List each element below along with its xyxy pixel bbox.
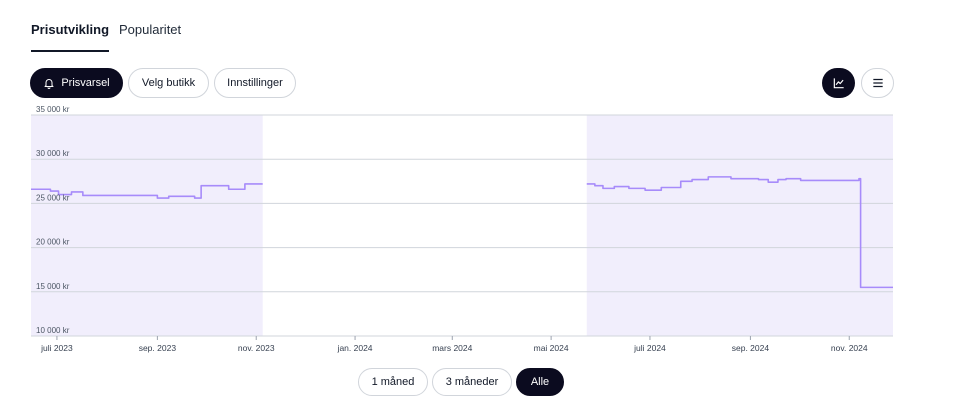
line-chart-icon [833,78,844,89]
range-all-button[interactable]: Alle [516,368,564,396]
tab-price-history[interactable]: Prisutvikling [31,22,110,52]
y-tick-label: 35 000 kr [36,105,70,114]
y-tick-label: 15 000 kr [36,282,70,291]
range-1-month-label: 1 måned [371,376,415,388]
bell-icon [44,79,54,89]
x-tick-label: sep. 2024 [732,343,770,353]
data-range-area [31,115,263,336]
range-1-month-button[interactable]: 1 måned [358,368,428,396]
x-tick-label: jan. 2024 [337,343,373,353]
price-alert-label: Prisvarsel [61,77,110,89]
y-tick-label: 30 000 kr [36,149,70,158]
data-range-area [586,115,893,336]
y-tick-label: 25 000 kr [36,193,70,202]
x-tick-label: juli 2024 [633,343,666,353]
x-tick-label: sep. 2023 [139,343,177,353]
chart-view-button[interactable] [822,68,855,98]
y-tick-label: 10 000 kr [36,326,70,335]
tab-popularity[interactable]: Popularitet [119,22,181,37]
choose-store-label: Velg butikk [141,77,196,89]
range-3-months-button[interactable]: 3 måneder [432,368,512,396]
choose-store-button[interactable]: Velg butikk [128,68,209,98]
list-view-button[interactable] [861,68,894,98]
x-tick-label: nov. 2024 [831,343,868,353]
price-alert-button[interactable]: Prisvarsel [30,68,123,98]
menu-icon [872,78,883,88]
x-tick-label: mai 2024 [534,343,569,353]
y-tick-label: 20 000 kr [36,238,70,247]
range-all-label: Alle [530,376,550,388]
settings-label: Innstillinger [227,77,283,89]
price-chart: 10 000 kr 15 000 kr 20 000 kr 25 000 kr 30 0… [31,105,893,353]
x-tick-label: mars 2024 [432,343,472,353]
x-tick-label: nov. 2023 [238,343,275,353]
settings-button[interactable]: Innstillinger [214,68,296,98]
range-3-months-label: 3 måneder [445,376,499,388]
x-tick-label: juli 2023 [40,343,73,353]
